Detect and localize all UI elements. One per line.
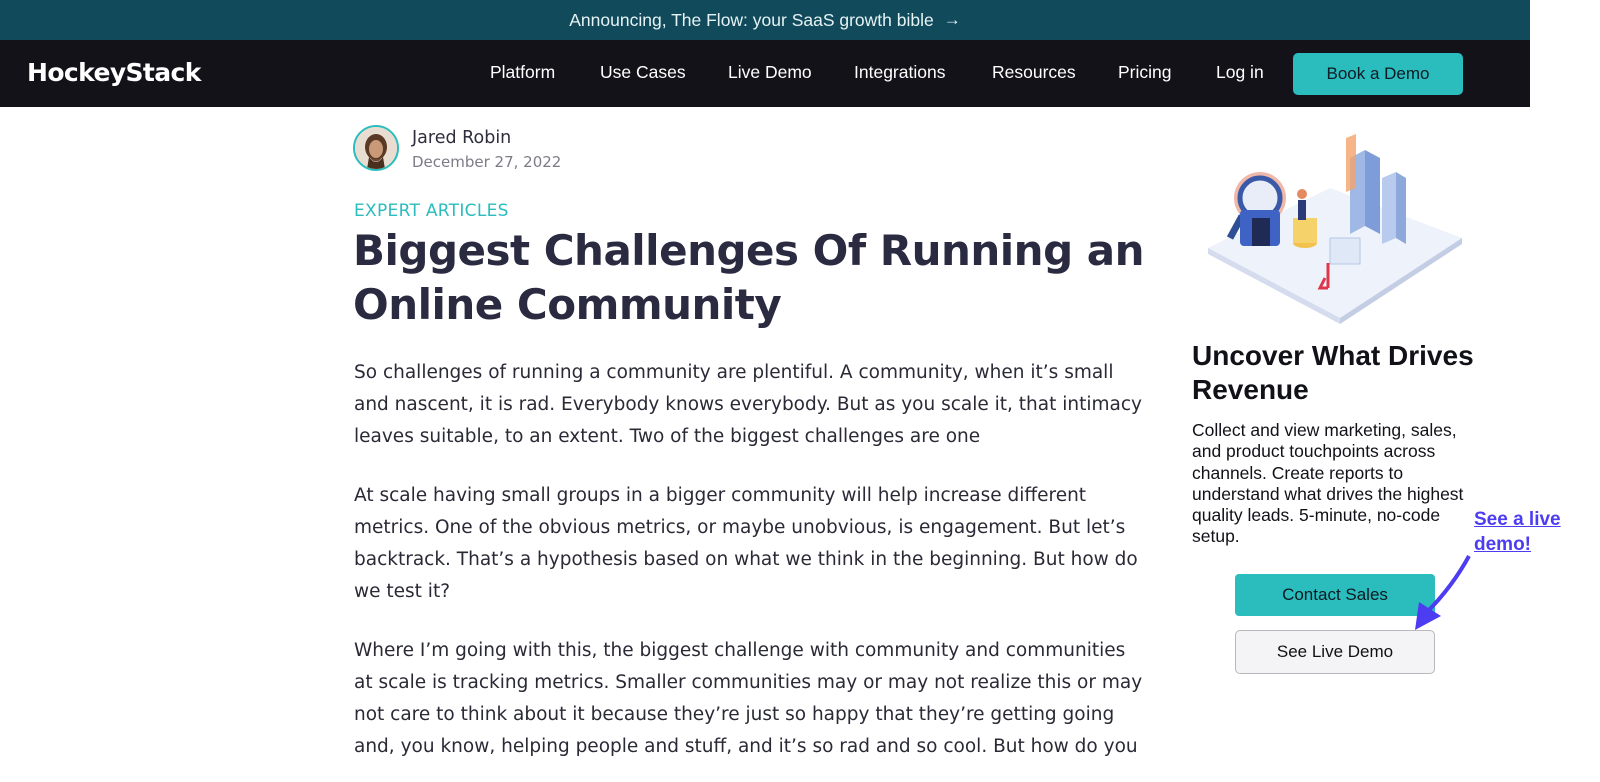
announcement-bar[interactable]: Announcing, The Flow: your SaaS growth b…: [0, 0, 1530, 40]
book-demo-button[interactable]: Book a Demo: [1293, 53, 1463, 95]
sidebar-description: Collect and view marketing, sales, and p…: [1192, 420, 1464, 547]
article-paragraph: So challenges of running a community are…: [354, 362, 1142, 447]
post-date: December 27, 2022: [412, 153, 562, 171]
avatar[interactable]: [353, 125, 399, 171]
article-paragraph: At scale having small groups in a bigger…: [354, 485, 1138, 602]
nav-item-pricing[interactable]: Pricing: [1118, 62, 1172, 83]
article-title: Biggest Challenges Of Running an Online …: [353, 226, 1145, 329]
nav-item-use-cases[interactable]: Use Cases: [600, 62, 686, 83]
sidebar-title: Uncover What Drives Revenue: [1192, 340, 1474, 405]
category-label[interactable]: EXPERT ARTICLES: [354, 201, 509, 221]
see-live-demo-button[interactable]: See Live Demo: [1235, 630, 1435, 674]
nav-item-platform[interactable]: Platform: [490, 62, 555, 83]
announcement-text[interactable]: Announcing, The Flow: your SaaS growth b…: [569, 10, 933, 31]
nav-item-login[interactable]: Log in: [1216, 62, 1264, 83]
annotation-see-live-demo[interactable]: See a live demo!: [1474, 507, 1594, 557]
main-nav: HockeyStack Platform Use Cases Live Demo…: [0, 40, 1530, 107]
logo[interactable]: HockeyStack: [27, 58, 201, 87]
nav-item-integrations[interactable]: Integrations: [854, 62, 945, 83]
annotation-arrow-icon: [1415, 555, 1471, 630]
arrow-right-icon: →: [943, 10, 961, 29]
author-name[interactable]: Jared Robin: [412, 128, 511, 148]
analytics-illustration: [1200, 128, 1470, 328]
nav-item-live-demo[interactable]: Live Demo: [728, 62, 812, 83]
article-paragraph: Where I’m going with this, the biggest c…: [354, 640, 1143, 757]
nav-item-resources[interactable]: Resources: [992, 62, 1076, 83]
